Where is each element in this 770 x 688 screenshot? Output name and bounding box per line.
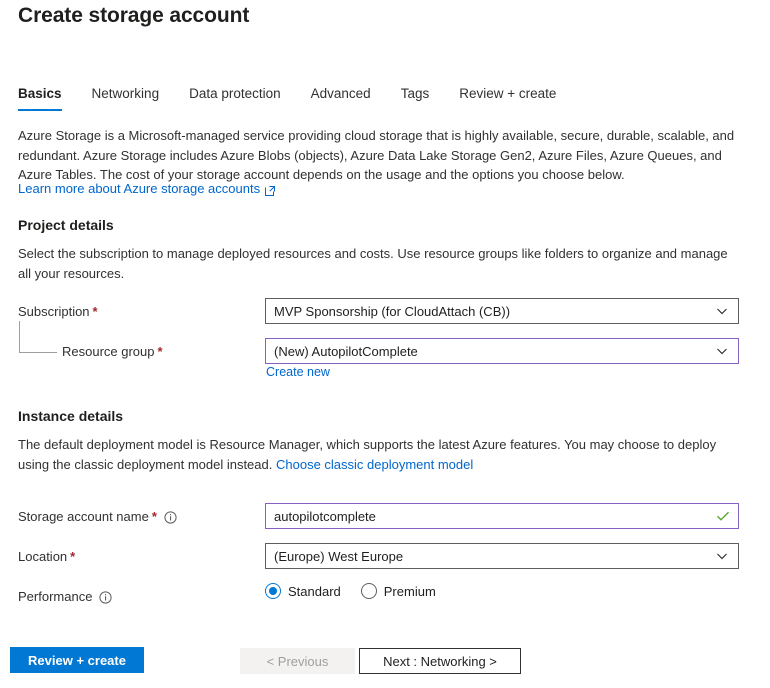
location-required-marker: * [70,549,76,564]
info-circle-icon[interactable] [164,511,177,524]
next-networking-button[interactable]: Next : Networking > [359,648,521,674]
resource-group-label-text: Resource group [62,344,155,359]
learn-more-label: Learn more about Azure storage accounts [18,181,261,196]
tab-review-create-label: Review + create [459,86,557,101]
radio-standard-indicator[interactable] [265,583,281,599]
storage-account-name-value: autopilotcomplete [274,508,376,524]
subscription-dropdown[interactable]: MVP Sponsorship (for CloudAttach (CB)) [265,298,739,324]
resource-group-tree-connector [19,321,59,353]
location-dropdown[interactable]: (Europe) West Europe [265,543,739,569]
subscription-value: MVP Sponsorship (for CloudAttach (CB)) [274,303,511,319]
performance-option-premium-label: Premium [383,583,436,599]
project-details-description: Select the subscription to manage deploy… [18,246,728,281]
tab-networking-label: Networking [91,86,160,101]
instance-details-description: The default deployment model is Resource… [18,435,740,474]
tab-advanced[interactable]: Advanced [296,86,386,111]
page-title: Create storage account [18,4,250,27]
performance-option-standard[interactable]: Standard [265,583,341,599]
tab-review-create[interactable]: Review + create [444,86,571,111]
info-circle-icon[interactable] [99,591,113,604]
tab-bar: Basics Networking Data protection Advanc… [18,86,571,111]
tab-basics[interactable]: Basics [18,86,77,111]
performance-label: Performance [18,589,113,604]
resource-group-label: Resource group * [62,344,163,359]
location-label-text: Location [18,549,68,564]
tab-data-protection[interactable]: Data protection [174,86,296,111]
intro-paragraph: Azure Storage is a Microsoft-managed ser… [18,128,735,182]
choose-classic-deployment-model-link[interactable]: Choose classic deployment model [276,457,473,472]
tab-basics-label: Basics [18,86,62,101]
resource-group-value: (New) AutopilotComplete [274,343,418,359]
resource-group-required-marker: * [157,344,163,359]
tab-tags-label: Tags [400,86,430,101]
tab-networking[interactable]: Networking [77,86,175,111]
review-create-button[interactable]: Review + create [10,647,144,673]
tab-data-protection-label: Data protection [189,86,281,101]
external-link-icon [265,184,276,196]
previous-button: < Previous [240,648,355,674]
subscription-label: Subscription * [18,304,98,319]
performance-radio-group: Standard Premium [265,583,436,599]
location-value: (Europe) West Europe [274,548,404,564]
storage-account-name-label-text: Storage account name [18,509,149,524]
instance-details-heading: Instance details [18,408,124,424]
storage-account-name-input[interactable]: autopilotcomplete [265,503,739,529]
tab-tags[interactable]: Tags [386,86,445,111]
tab-advanced-label: Advanced [310,86,371,101]
performance-option-premium[interactable]: Premium [360,583,436,599]
create-storage-account-page: Create storage account Basics Networking… [0,0,770,688]
resource-group-dropdown[interactable]: (New) AutopilotComplete [265,338,739,364]
storage-account-name-required-marker: * [151,509,157,524]
footer-separator [0,633,770,634]
subscription-required-marker: * [92,304,98,319]
project-details-heading: Project details [18,217,114,233]
location-label: Location * [18,549,75,564]
create-new-resource-group-link[interactable]: Create new [266,365,330,379]
chevron-down-icon [716,345,728,357]
radio-premium-indicator[interactable] [360,583,377,599]
chevron-down-icon [716,305,728,317]
performance-label-text: Performance [18,589,93,604]
performance-option-standard-label: Standard [288,583,341,599]
checkmark-icon [716,509,730,523]
storage-account-name-label: Storage account name * [18,509,177,524]
learn-more-link[interactable]: Learn more about Azure storage accounts [18,181,276,196]
chevron-down-icon [716,550,728,562]
subscription-label-text: Subscription [18,304,90,319]
